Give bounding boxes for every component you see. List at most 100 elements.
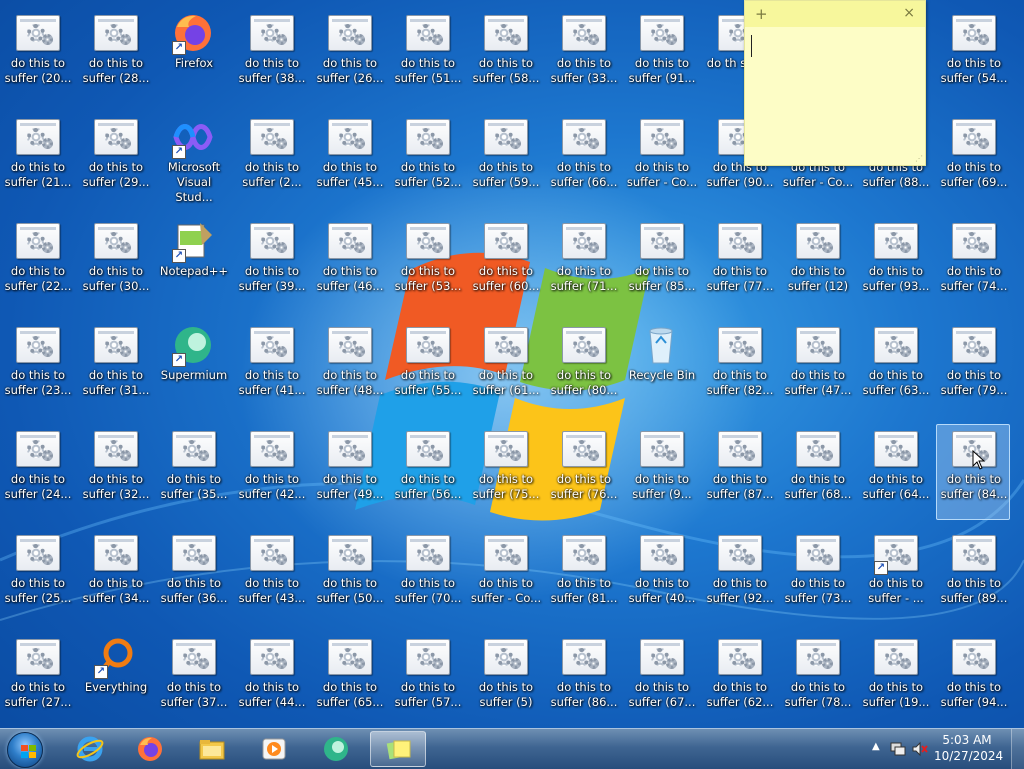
desktop-icon[interactable]: do this to suffer (86...: [546, 632, 620, 728]
desktop-icon[interactable]: do this to suffer (75...: [468, 424, 542, 520]
desktop-icon[interactable]: do this to suffer (87...: [702, 424, 776, 520]
desktop-icon[interactable]: do this to suffer (21...: [0, 112, 74, 208]
desktop-icon[interactable]: do this to suffer (67...: [624, 632, 698, 728]
sticky-note-header[interactable]: + ×: [745, 1, 925, 27]
desktop-icon[interactable]: do this to suffer (41...: [234, 320, 308, 416]
desktop-icon[interactable]: do this to suffer (85...: [624, 216, 698, 312]
desktop-icon[interactable]: do this to suffer (22...: [0, 216, 74, 312]
desktop-icon[interactable]: do this to suffer (77...: [702, 216, 776, 312]
desktop-icon[interactable]: do this to suffer (70...: [390, 528, 464, 624]
desktop-icon[interactable]: do this to suffer (12): [780, 216, 854, 312]
desktop-icon[interactable]: do this to suffer (35...: [156, 424, 230, 520]
desktop-icon[interactable]: do this to suffer (50...: [312, 528, 386, 624]
start-button[interactable]: [4, 730, 46, 768]
desktop-icon[interactable]: do this to suffer (58...: [468, 8, 542, 104]
desktop-icon[interactable]: do this to suffer (44...: [234, 632, 308, 728]
desktop-icon[interactable]: do this to suffer (36...: [156, 528, 230, 624]
desktop-icon[interactable]: do this to suffer (25...: [0, 528, 74, 624]
desktop-icon[interactable]: ↗ Firefox: [156, 8, 230, 104]
desktop-icon[interactable]: do this to suffer (78...: [780, 632, 854, 728]
desktop-icon[interactable]: do this to suffer (92...: [702, 528, 776, 624]
desktop-icon[interactable]: ↗ Everything: [78, 632, 152, 728]
taskbar-internet-explorer[interactable]: [62, 731, 118, 767]
desktop-icon[interactable]: do this to suffer (71...: [546, 216, 620, 312]
desktop-icon[interactable]: do this to suffer (38...: [234, 8, 308, 104]
desktop-icon[interactable]: do this to suffer (53...: [390, 216, 464, 312]
desktop-icon[interactable]: Recycle Bin: [624, 320, 698, 416]
desktop-icon[interactable]: do this to suffer - Co...: [468, 528, 542, 624]
desktop-icon[interactable]: do this to suffer (66...: [546, 112, 620, 208]
desktop-icon[interactable]: do this to suffer (60...: [468, 216, 542, 312]
sticky-close-button[interactable]: ×: [903, 5, 915, 21]
desktop-icon[interactable]: do this to suffer (49...: [312, 424, 386, 520]
desktop-icon[interactable]: do this to suffer (91...: [624, 8, 698, 104]
desktop-icon[interactable]: do this to suffer (89...: [936, 528, 1010, 624]
desktop-icon[interactable]: do this to suffer (9...: [624, 424, 698, 520]
desktop-icon[interactable]: do this to suffer (63...: [858, 320, 932, 416]
desktop-icon[interactable]: do this to suffer (40...: [624, 528, 698, 624]
desktop-icon[interactable]: do this to suffer (43...: [234, 528, 308, 624]
clock[interactable]: 5:03 AM 10/27/2024: [934, 732, 1003, 764]
desktop-icon[interactable]: ↗ Notepad++: [156, 216, 230, 312]
desktop-icon[interactable]: do this to suffer (34...: [78, 528, 152, 624]
desktop-icon[interactable]: do this to suffer (59...: [468, 112, 542, 208]
desktop-icon[interactable]: do this to suffer (48...: [312, 320, 386, 416]
desktop-icon[interactable]: do this to suffer (5): [468, 632, 542, 728]
desktop-icon[interactable]: do this to suffer (23...: [0, 320, 74, 416]
desktop-icon[interactable]: do this to suffer (54...: [936, 8, 1010, 104]
desktop-icon[interactable]: do this to suffer (82...: [702, 320, 776, 416]
desktop-icon[interactable]: do this to suffer (94...: [936, 632, 1010, 728]
sticky-add-button[interactable]: +: [755, 5, 768, 23]
desktop-icon[interactable]: do this to suffer (26...: [312, 8, 386, 104]
desktop-icon[interactable]: do this to suffer (20...: [0, 8, 74, 104]
desktop-icon[interactable]: do this to suffer (57...: [390, 632, 464, 728]
show-hidden-icons-button[interactable]: ▲: [872, 741, 880, 752]
desktop-icon[interactable]: do this to suffer (32...: [78, 424, 152, 520]
desktop-icon[interactable]: do this to suffer (46...: [312, 216, 386, 312]
desktop-icon[interactable]: do this to suffer (45...: [312, 112, 386, 208]
desktop-icon[interactable]: do this to suffer (55...: [390, 320, 464, 416]
desktop-icon[interactable]: do this to suffer (56...: [390, 424, 464, 520]
taskbar-media-player[interactable]: [246, 731, 302, 767]
desktop-icon[interactable]: do this to suffer (61...: [468, 320, 542, 416]
desktop-icon[interactable]: do this to suffer (39...: [234, 216, 308, 312]
taskbar-supermium[interactable]: [308, 731, 364, 767]
desktop-icon[interactable]: do this to suffer (2...: [234, 112, 308, 208]
desktop-icon[interactable]: do this to suffer - Co...: [624, 112, 698, 208]
network-icon[interactable]: [890, 741, 906, 757]
desktop-icon[interactable]: ↗ Microsoft Visual Stud...: [156, 112, 230, 208]
taskbar-firefox[interactable]: [122, 731, 178, 767]
desktop-icon[interactable]: do this to suffer (69...: [936, 112, 1010, 208]
desktop-icon[interactable]: do this to suffer (31...: [78, 320, 152, 416]
desktop-icon[interactable]: do this to suffer (47...: [780, 320, 854, 416]
desktop-icon[interactable]: do this to suffer (65...: [312, 632, 386, 728]
desktop-icon[interactable]: do this to suffer (81...: [546, 528, 620, 624]
desktop-icon[interactable]: do this to suffer (73...: [780, 528, 854, 624]
desktop-icon[interactable]: do this to suffer (74...: [936, 216, 1010, 312]
desktop-icon[interactable]: do this to suffer (93...: [858, 216, 932, 312]
desktop-icon[interactable]: do this to suffer (64...: [858, 424, 932, 520]
desktop-icon[interactable]: ↗ Supermium: [156, 320, 230, 416]
desktop-icon[interactable]: do this to suffer (79...: [936, 320, 1010, 416]
desktop-icon[interactable]: ↗ do this to suffer - ...: [858, 528, 932, 624]
desktop-icon[interactable]: do this to suffer (28...: [78, 8, 152, 104]
desktop-icon[interactable]: do this to suffer (24...: [0, 424, 74, 520]
desktop-icon[interactable]: do this to suffer (33...: [546, 8, 620, 104]
taskbar-explorer[interactable]: [184, 731, 240, 767]
sticky-note-window[interactable]: + × ⋰: [744, 0, 926, 166]
taskbar-sticky-notes[interactable]: [370, 731, 426, 767]
desktop-icon[interactable]: do this to suffer (42...: [234, 424, 308, 520]
sticky-note-text[interactable]: [751, 35, 919, 155]
desktop-icon[interactable]: do this to suffer (62...: [702, 632, 776, 728]
desktop-icon[interactable]: do this to suffer (52...: [390, 112, 464, 208]
desktop-icon[interactable]: do this to suffer (37...: [156, 632, 230, 728]
desktop-icon[interactable]: do this to suffer (68...: [780, 424, 854, 520]
desktop-icon[interactable]: do this to suffer (76...: [546, 424, 620, 520]
desktop-icon[interactable]: do this to suffer (19...: [858, 632, 932, 728]
desktop-icon[interactable]: do this to suffer (80...: [546, 320, 620, 416]
show-desktop-button[interactable]: [1011, 729, 1024, 769]
resize-grip[interactable]: ⋰: [915, 154, 923, 163]
desktop-icon[interactable]: do this to suffer (84...: [936, 424, 1010, 520]
volume-muted-icon[interactable]: [912, 741, 928, 757]
desktop-icon[interactable]: do this to suffer (51...: [390, 8, 464, 104]
